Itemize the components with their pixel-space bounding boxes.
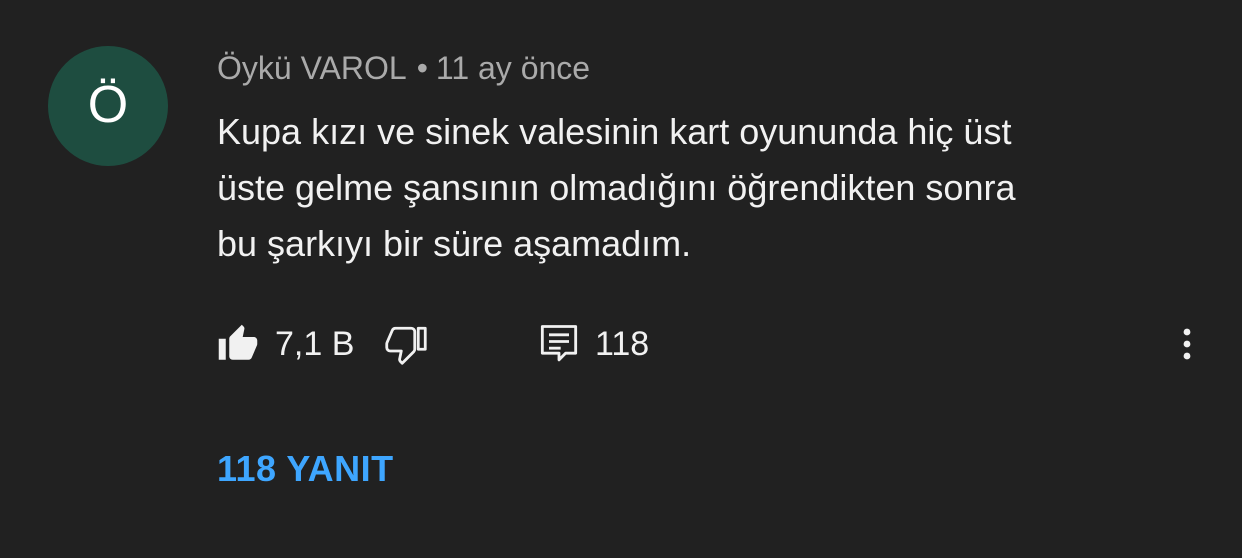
comment-action-bar: 7,1 B 118 (217, 318, 1227, 370)
comment-thread: Ö Öykü VAROL • 11 ay önce Kupa kızı ve sin… (0, 0, 1242, 558)
dislike-button[interactable] (385, 318, 427, 370)
thumbs-up-icon (217, 323, 259, 365)
view-replies-link[interactable]: 118 YANIT (217, 448, 394, 490)
reply-count-text: 118 (595, 324, 650, 363)
avatar-letter: Ö (87, 76, 129, 134)
comment-text-line: Kupa kızı ve sinek valesinin kart oyunun… (217, 111, 1012, 152)
like-count: 7,1 B (275, 318, 354, 370)
like-button[interactable] (217, 318, 259, 370)
more-options-button[interactable] (1175, 318, 1199, 370)
like-count-text: 7,1 B (275, 324, 355, 363)
reply-button[interactable] (539, 318, 579, 370)
author-name[interactable]: Öykü VAROL (217, 50, 407, 86)
more-vertical-icon (1175, 324, 1199, 364)
comment-header: Öykü VAROL • 11 ay önce (217, 48, 590, 88)
reply-count: 118 (595, 318, 649, 370)
comment-timestamp[interactable]: 11 ay önce (436, 50, 590, 86)
avatar[interactable]: Ö (48, 46, 168, 166)
comment-text-line: üste gelme şansının olmadığını öğrendikt… (217, 167, 1016, 208)
meta-separator: • (416, 50, 428, 86)
thumbs-down-icon (385, 323, 427, 365)
comment-text-line: bu şarkıyı bir süre aşamadım. (217, 223, 692, 264)
comment-reply-icon (539, 323, 579, 365)
comment-text: Kupa kızı ve sinek valesinin kart oyunun… (217, 104, 1177, 272)
